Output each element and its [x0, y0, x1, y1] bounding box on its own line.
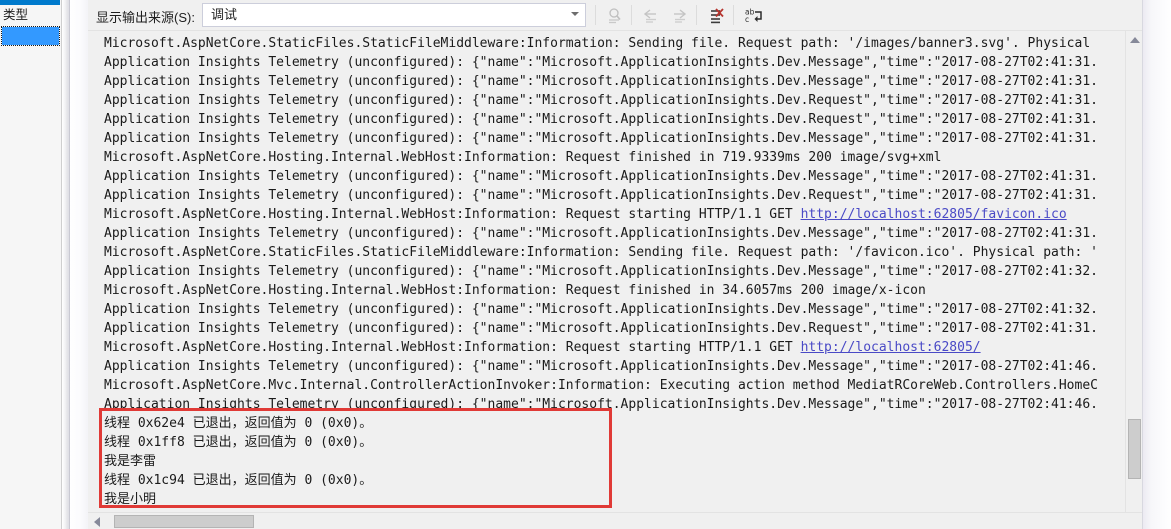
output-log-line: Application Insights Telemetry (unconfig…: [104, 262, 1144, 281]
toolbar-separator-1: [595, 5, 596, 25]
clear-all-icon[interactable]: [705, 4, 729, 27]
log-line-hyperlink[interactable]: http://localhost:62805/: [801, 340, 981, 355]
output-log-line: 我是小明: [104, 490, 1144, 509]
log-line-text: Application Insights Telemetry (unconfig…: [104, 112, 1098, 127]
output-text-pane[interactable]: Microsoft.AspNetCore.StaticFiles.StaticF…: [88, 31, 1171, 529]
log-line-text: Application Insights Telemetry (unconfig…: [104, 302, 1098, 317]
output-log-lines[interactable]: Microsoft.AspNetCore.StaticFiles.StaticF…: [104, 34, 1144, 509]
output-log-line: Application Insights Telemetry (unconfig…: [104, 110, 1144, 129]
output-log-line: Microsoft.AspNetCore.Mvc.Internal.Contro…: [104, 376, 1144, 395]
output-toolbar: 显示输出来源(S): 调试 ab c: [88, 0, 1171, 31]
panel-splitter-gripper[interactable]: [70, 0, 88, 529]
toggle-word-wrap-icon[interactable]: ab c: [742, 4, 766, 27]
left-tool-panel: 类型: [0, 0, 62, 529]
log-line-text: 线程 0x1ff8 已退出，返回值为 0 (0x0)。: [104, 435, 373, 450]
panel-splitter[interactable]: [62, 0, 70, 529]
output-log-line: Application Insights Telemetry (unconfig…: [104, 53, 1144, 72]
log-line-text: 我是小明: [104, 492, 157, 507]
show-output-from-label: 显示输出来源(S):: [96, 10, 195, 25]
output-source-value: 调试: [211, 7, 238, 22]
scroll-left-arrow-icon[interactable]: [88, 513, 105, 529]
svg-text:c: c: [745, 15, 749, 24]
log-line-text: Microsoft.AspNetCore.Hosting.Internal.We…: [104, 207, 801, 222]
output-log-line: Microsoft.AspNetCore.Hosting.Internal.We…: [104, 148, 1144, 167]
toolbar-separator-2: [631, 5, 632, 25]
output-log-line: Application Insights Telemetry (unconfig…: [104, 186, 1144, 205]
output-window: 类型 显示输出来源(S): 调试 ab c Microsoft.AspNetCo…: [0, 0, 1171, 529]
chevron-down-icon[interactable]: [571, 12, 579, 16]
left-panel-header-type: 类型: [3, 8, 29, 22]
output-log-line: Microsoft.AspNetCore.Hosting.Internal.We…: [104, 338, 1144, 357]
log-line-text: Application Insights Telemetry (unconfig…: [104, 264, 1098, 279]
output-log-line: 我是李雷: [104, 452, 1144, 471]
log-line-text: Microsoft.AspNetCore.StaticFiles.StaticF…: [104, 245, 1098, 260]
output-log-line: Application Insights Telemetry (unconfig…: [104, 357, 1144, 376]
output-source-combobox[interactable]: 调试: [202, 3, 586, 27]
output-log-line: 线程 0x62e4 已退出，返回值为 0 (0x0)。: [104, 414, 1144, 433]
output-log-line: Application Insights Telemetry (unconfig…: [104, 129, 1144, 148]
log-line-text: 线程 0x62e4 已退出，返回值为 0 (0x0)。: [104, 416, 373, 431]
left-panel-selected-row[interactable]: [1, 26, 60, 46]
output-log-line: Microsoft.AspNetCore.Hosting.Internal.We…: [104, 281, 1144, 300]
log-line-text: Application Insights Telemetry (unconfig…: [104, 188, 1098, 203]
go-to-next-message-icon[interactable]: [668, 4, 692, 27]
log-line-text: Microsoft.AspNetCore.Hosting.Internal.We…: [104, 150, 942, 165]
output-log-line: Application Insights Telemetry (unconfig…: [104, 319, 1144, 338]
log-line-text: Application Insights Telemetry (unconfig…: [104, 131, 1098, 146]
log-line-text: Application Insights Telemetry (unconfig…: [104, 74, 1098, 89]
log-line-text: Application Insights Telemetry (unconfig…: [104, 321, 1098, 336]
toolbar-separator-3: [696, 5, 697, 25]
log-line-text: Application Insights Telemetry (unconfig…: [104, 397, 1098, 412]
log-line-text: Application Insights Telemetry (unconfig…: [104, 226, 1098, 241]
horizontal-scrollbar[interactable]: [88, 512, 1142, 529]
log-line-text: Application Insights Telemetry (unconfig…: [104, 359, 1098, 374]
output-log-line: Microsoft.AspNetCore.StaticFiles.StaticF…: [104, 243, 1144, 262]
output-log-line: Microsoft.AspNetCore.Hosting.Internal.We…: [104, 205, 1144, 224]
output-log-line: Application Insights Telemetry (unconfig…: [104, 72, 1144, 91]
output-log-line: 线程 0x1ff8 已退出，返回值为 0 (0x0)。: [104, 433, 1144, 452]
vertical-scrollbar[interactable]: [1125, 31, 1142, 529]
right-docking-gutter: [1142, 0, 1171, 529]
go-to-previous-message-icon[interactable]: [639, 4, 663, 27]
output-log-line: Application Insights Telemetry (unconfig…: [104, 167, 1144, 186]
log-line-text: Microsoft.AspNetCore.Mvc.Internal.Contro…: [104, 378, 1098, 393]
output-log-line: Application Insights Telemetry (unconfig…: [104, 395, 1144, 414]
output-log-line: Application Insights Telemetry (unconfig…: [104, 300, 1144, 319]
output-log-line: Application Insights Telemetry (unconfig…: [104, 224, 1144, 243]
output-log-line: 线程 0x1c94 已退出，返回值为 0 (0x0)。: [104, 471, 1144, 490]
horizontal-scrollbar-thumb[interactable]: [114, 515, 254, 528]
log-line-text: Microsoft.AspNetCore.Hosting.Internal.We…: [104, 283, 926, 298]
scroll-up-arrow-icon[interactable]: [1126, 31, 1143, 48]
panel-accent-bar: [0, 0, 60, 5]
log-line-text: 我是李雷: [104, 454, 157, 469]
find-message-icon[interactable]: [603, 4, 627, 27]
log-line-text: Application Insights Telemetry (unconfig…: [104, 93, 1098, 108]
log-line-text: 线程 0x1c94 已退出，返回值为 0 (0x0)。: [104, 473, 373, 488]
log-line-text: Microsoft.AspNetCore.StaticFiles.StaticF…: [104, 36, 1091, 51]
log-line-text: Application Insights Telemetry (unconfig…: [104, 169, 1098, 184]
log-line-hyperlink[interactable]: http://localhost:62805/favicon.ico: [801, 207, 1067, 222]
log-line-text: Application Insights Telemetry (unconfig…: [104, 55, 1098, 70]
vertical-scrollbar-thumb[interactable]: [1128, 419, 1141, 479]
output-log-line: Microsoft.AspNetCore.StaticFiles.StaticF…: [104, 34, 1144, 53]
log-line-text: Microsoft.AspNetCore.Hosting.Internal.We…: [104, 340, 801, 355]
output-log-line: Application Insights Telemetry (unconfig…: [104, 91, 1144, 110]
toolbar-separator-4: [733, 5, 734, 25]
